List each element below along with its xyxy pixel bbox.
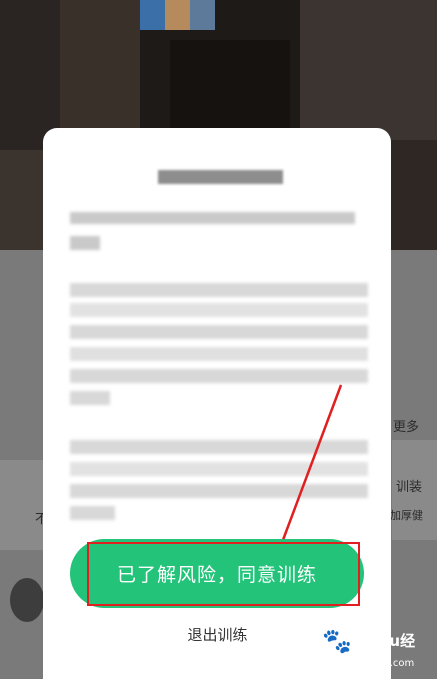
background-text: 更多 (393, 420, 420, 435)
dialog-text-line (70, 212, 355, 224)
exit-training-link[interactable]: 退出训练 (170, 623, 265, 647)
background-text: 训装 (396, 480, 423, 495)
dialog-text-line (70, 484, 368, 498)
background-panel (0, 460, 45, 550)
dialog-text-line (70, 369, 368, 383)
paw-logo-icon: 🐾 (322, 627, 352, 655)
background-shape (0, 150, 43, 250)
screen: 更多 训装 加厚健 不 已了解风险，同意训练 退出训练 🐾 Baidu经验 ji… (0, 0, 437, 679)
agree-risk-button[interactable]: 已了解风险，同意训练 (70, 539, 364, 608)
dialog-text-line (70, 303, 368, 317)
background-text: 加厚健 (390, 509, 423, 522)
background-shape (391, 140, 437, 250)
dialog-text-line (70, 236, 100, 250)
avatar (10, 578, 44, 622)
watermark-url: jingyan.baidu.com (322, 658, 415, 669)
background-strip (140, 0, 215, 30)
watermark: 🐾 Baidu经验 jingyan.baidu.com (320, 626, 430, 672)
dialog-text-line (70, 462, 368, 476)
dialog-text-line (70, 391, 110, 405)
background-shape (170, 40, 290, 130)
dialog-text-line (70, 440, 368, 454)
dialog-text-line (70, 325, 368, 339)
dialog-text-line (70, 506, 115, 520)
dialog-text-line (70, 283, 368, 297)
dialog-text-line (70, 347, 368, 361)
dialog-title (158, 170, 283, 184)
